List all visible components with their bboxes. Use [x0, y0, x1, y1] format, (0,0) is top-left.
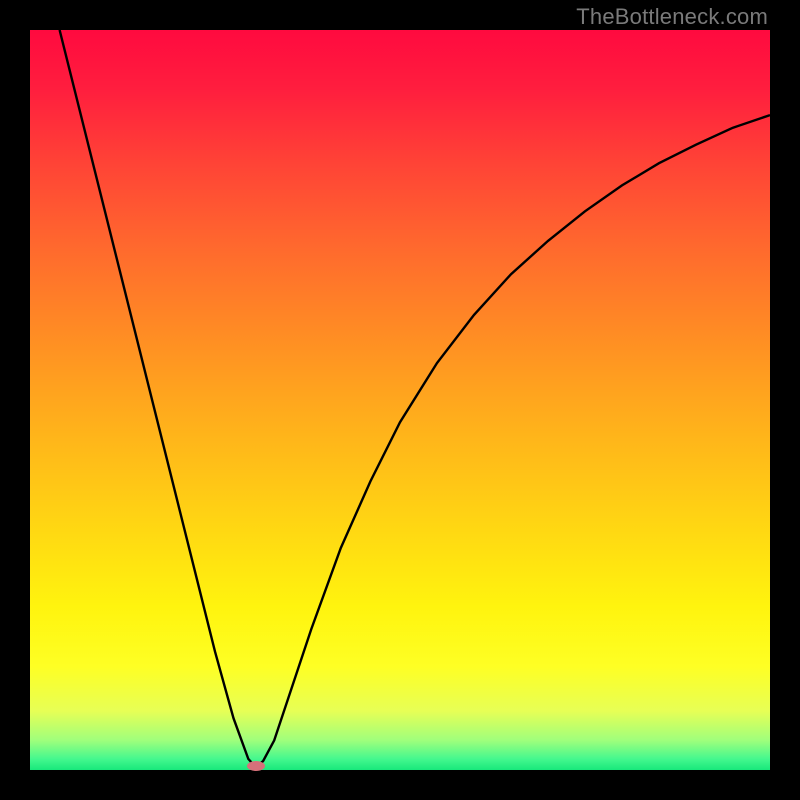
gradient-background	[30, 30, 770, 770]
optimal-marker	[247, 761, 265, 771]
watermark-text: TheBottleneck.com	[576, 4, 768, 30]
plot-frame	[30, 30, 770, 770]
plot-area	[30, 30, 770, 770]
